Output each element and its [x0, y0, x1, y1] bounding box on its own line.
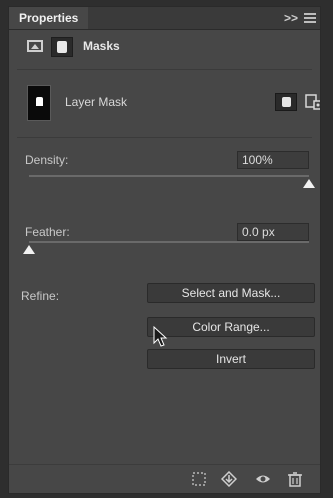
divider: [17, 69, 312, 70]
pixel-mask-icon[interactable]: [27, 40, 43, 52]
select-pixel-mask-icon[interactable]: [275, 93, 297, 111]
invert-button[interactable]: Invert: [147, 349, 315, 369]
window-background: Properties >> Masks Layer Mask Density: …: [0, 0, 333, 498]
visibility-eye-icon[interactable]: [255, 471, 271, 487]
mask-thumbnail-shape: [36, 97, 43, 106]
panel-menu-icon[interactable]: [304, 11, 316, 25]
feather-slider-thumb[interactable]: [23, 245, 35, 254]
density-label: Density:: [25, 153, 69, 167]
feather-field[interactable]: 0.0 px: [237, 223, 309, 241]
add-vector-mask-icon[interactable]: [305, 93, 320, 111]
density-slider[interactable]: [29, 175, 309, 177]
mask-icon[interactable]: [51, 37, 73, 57]
delete-trash-icon[interactable]: [287, 471, 303, 487]
load-selection-icon[interactable]: [191, 471, 207, 487]
panel-titlebar: Properties >>: [9, 7, 320, 30]
feather-label: Feather:: [25, 225, 70, 239]
properties-panel: Properties >> Masks Layer Mask Density: …: [8, 6, 321, 494]
mouse-cursor-icon: [153, 325, 169, 348]
feather-slider[interactable]: [29, 241, 309, 243]
density-slider-thumb[interactable]: [303, 179, 315, 188]
refine-label: Refine:: [21, 289, 60, 303]
divider: [17, 137, 312, 138]
apply-mask-icon[interactable]: [220, 470, 238, 488]
mask-thumbnail[interactable]: [27, 85, 51, 121]
density-field[interactable]: 100%: [237, 151, 309, 169]
select-and-mask-button[interactable]: Select and Mask...: [147, 283, 315, 303]
layer-mask-row: Layer Mask: [27, 85, 320, 121]
layer-mask-label: Layer Mask: [65, 95, 128, 109]
color-range-button[interactable]: Color Range...: [147, 317, 315, 337]
collapse-panel-button[interactable]: >>: [284, 7, 298, 29]
masks-label: Masks: [83, 39, 120, 53]
properties-tab[interactable]: Properties: [9, 7, 89, 29]
panel-footer: [9, 464, 320, 493]
